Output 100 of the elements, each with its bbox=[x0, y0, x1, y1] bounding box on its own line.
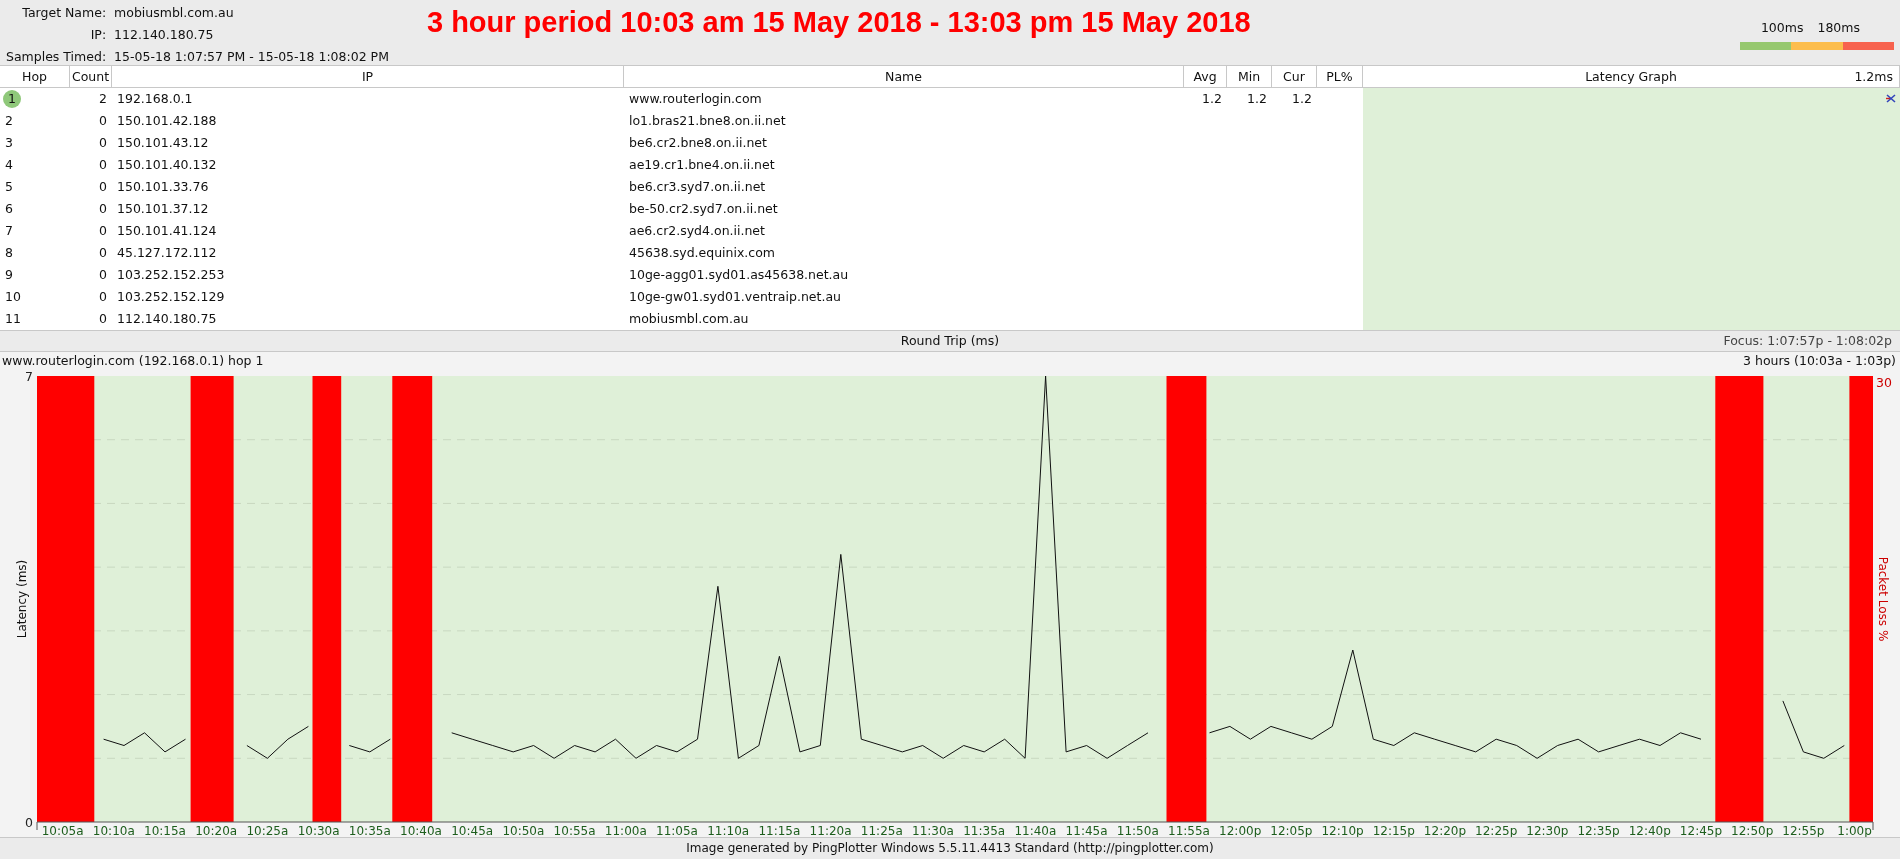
field-value: 112.140.180.75 bbox=[114, 25, 215, 44]
x-tick-label: 10:20a bbox=[195, 824, 238, 837]
hop-number: 9 bbox=[5, 267, 13, 282]
x-tick-label: 12:30p bbox=[1526, 824, 1569, 837]
x-tick-label: 12:25p bbox=[1475, 824, 1518, 837]
x-tick-label: 12:15p bbox=[1372, 824, 1415, 837]
x-tick-label: 11:05a bbox=[656, 824, 698, 837]
count-cell: 0 bbox=[99, 289, 107, 304]
hop-number: 6 bbox=[5, 201, 13, 216]
x-tick-label: 10:15a bbox=[144, 824, 186, 837]
hop-number: 5 bbox=[5, 179, 13, 194]
x-tick-label: 12:35p bbox=[1577, 824, 1620, 837]
x-tick-label: 10:05a bbox=[41, 824, 84, 837]
field-label: Samples Timed: bbox=[6, 47, 107, 66]
x-tick-label: 10:50a bbox=[502, 824, 545, 837]
x-tick-label: 11:15a bbox=[758, 824, 801, 837]
name-cell: lo1.bras21.bne8.on.ii.net bbox=[629, 113, 786, 128]
stat-cell: 1.2 bbox=[1202, 91, 1222, 106]
count-cell: 0 bbox=[99, 223, 107, 238]
field-value: 15-05-18 1:07:57 PM - 15-05-18 1:08:02 PM bbox=[114, 47, 389, 66]
x-tick-label: 10:55a bbox=[553, 824, 596, 837]
hop-number: 7 bbox=[5, 223, 13, 238]
x-tick-label: 10:40a bbox=[400, 824, 442, 837]
field-label: Target Name: bbox=[21, 4, 107, 22]
column-header: Name bbox=[624, 66, 1184, 88]
y-tick-label: 0 bbox=[25, 814, 33, 830]
ip-cell: 150.101.43.12 bbox=[117, 135, 209, 150]
x-tick-label: 11:55a bbox=[1168, 824, 1210, 837]
count-cell: 0 bbox=[99, 311, 107, 326]
name-cell: mobiusmbl.com.au bbox=[629, 311, 749, 326]
column-header: IP bbox=[112, 66, 624, 88]
x-tick-label: 12:55p bbox=[1782, 824, 1825, 837]
x-tick-label: 11:20a bbox=[809, 824, 852, 837]
x-tick-label: 12:20p bbox=[1423, 824, 1467, 837]
graph-max-label: 1.2ms bbox=[1854, 68, 1893, 86]
column-header: Min bbox=[1227, 66, 1272, 88]
hop-number: 2 bbox=[5, 113, 13, 128]
footer-text: Image generated by PingPlotter Windows 5.5.11.4413 Standard (http://pingplotter.com) bbox=[0, 837, 1900, 859]
name-cell: 10ge-gw01.syd01.ventraip.net.au bbox=[629, 289, 841, 304]
ip-cell: 45.127.172.112 bbox=[117, 245, 217, 260]
name-cell: be6.cr3.syd7.on.ii.net bbox=[629, 179, 766, 194]
name-cell: be6.cr2.bne8.on.ii.net bbox=[629, 135, 767, 150]
column-header: Count bbox=[70, 66, 112, 88]
hop-number: 3 bbox=[5, 135, 13, 150]
x-tick-label: 11:30a bbox=[912, 824, 954, 837]
x-tick-label: 12:10p bbox=[1321, 824, 1364, 837]
hop-number: 1 bbox=[3, 90, 21, 108]
x-tick-label: 11:35a bbox=[963, 824, 1006, 837]
round-trip-title: Round Trip (ms) bbox=[900, 333, 1000, 348]
ip-cell: 103.252.152.253 bbox=[117, 267, 225, 282]
cross-icon[interactable] bbox=[1886, 94, 1896, 103]
x-tick-label: 12:05p bbox=[1270, 824, 1313, 837]
x-tick-label: 10:25a bbox=[246, 824, 289, 837]
x-tick-label: 11:50a bbox=[1116, 824, 1159, 837]
stat-cell: 1.2 bbox=[1247, 91, 1267, 106]
ip-cell: 150.101.37.12 bbox=[117, 201, 209, 216]
name-cell: 10ge-agg01.syd01.as45638.net.au bbox=[629, 267, 849, 282]
count-cell: 0 bbox=[99, 157, 107, 172]
ip-cell: 103.252.152.129 bbox=[117, 289, 225, 304]
count-cell: 2 bbox=[99, 91, 107, 106]
x-tick-label: 12:00p bbox=[1219, 824, 1262, 837]
hop-number: 11 bbox=[5, 311, 21, 326]
ip-cell: 150.101.40.132 bbox=[117, 157, 217, 172]
x-tick-label: 10:35a bbox=[348, 824, 391, 837]
y2-tick-label: 30 bbox=[1876, 375, 1892, 390]
x-tick-label: 11:10a bbox=[707, 824, 750, 837]
count-cell: 0 bbox=[99, 179, 107, 194]
scale-label: 100ms bbox=[1760, 19, 1804, 37]
name-cell: ae19.cr1.bne4.on.ii.net bbox=[629, 157, 775, 172]
x-tick-label: 11:40a bbox=[1014, 824, 1057, 837]
field-value: mobiusmbl.com.au bbox=[114, 4, 235, 22]
x-tick-label: 10:10a bbox=[92, 824, 135, 837]
focus-range: Focus: 1:07:57p - 1:08:02p bbox=[1723, 332, 1892, 350]
x-tick-label: 11:45a bbox=[1065, 824, 1108, 837]
name-cell: ae6.cr2.syd4.on.ii.net bbox=[629, 223, 765, 238]
ip-cell: 150.101.42.188 bbox=[117, 113, 217, 128]
column-header: PL% bbox=[1317, 66, 1363, 88]
ip-cell: 112.140.180.75 bbox=[117, 311, 217, 326]
field-label: IP: bbox=[89, 25, 107, 44]
hop-number: 10 bbox=[5, 289, 21, 304]
count-cell: 0 bbox=[99, 113, 107, 128]
column-header: Avg bbox=[1184, 66, 1227, 88]
x-tick-label: 12:45p bbox=[1679, 824, 1723, 837]
scale-label: 180ms bbox=[1817, 19, 1860, 37]
count-cell: 0 bbox=[99, 135, 107, 150]
x-tick-label: 10:30a bbox=[297, 824, 340, 837]
count-cell: 0 bbox=[99, 267, 107, 282]
ip-cell: 150.101.41.124 bbox=[117, 223, 217, 238]
ip-cell: 150.101.33.76 bbox=[117, 179, 209, 194]
name-cell: www.routerlogin.com bbox=[629, 91, 762, 106]
column-header: Hop bbox=[0, 66, 70, 88]
column-header: Latency Graph bbox=[1585, 68, 1677, 86]
x-tick-label: 12:50p bbox=[1731, 824, 1774, 837]
y2-axis-label: Packet Loss % bbox=[1876, 556, 1890, 642]
target-label: www.routerlogin.com (192.168.0.1) hop 1 bbox=[2, 352, 264, 369]
hop-number: 8 bbox=[5, 245, 13, 260]
stat-cell: 1.2 bbox=[1292, 91, 1312, 106]
period-title: 3 hour period 10:03 am 15 May 2018 - 13:03 pm 15 May 2018 bbox=[426, 8, 1251, 40]
x-tick-label: 1:00p bbox=[1837, 824, 1872, 837]
x-tick-label: 10:45a bbox=[451, 824, 494, 837]
